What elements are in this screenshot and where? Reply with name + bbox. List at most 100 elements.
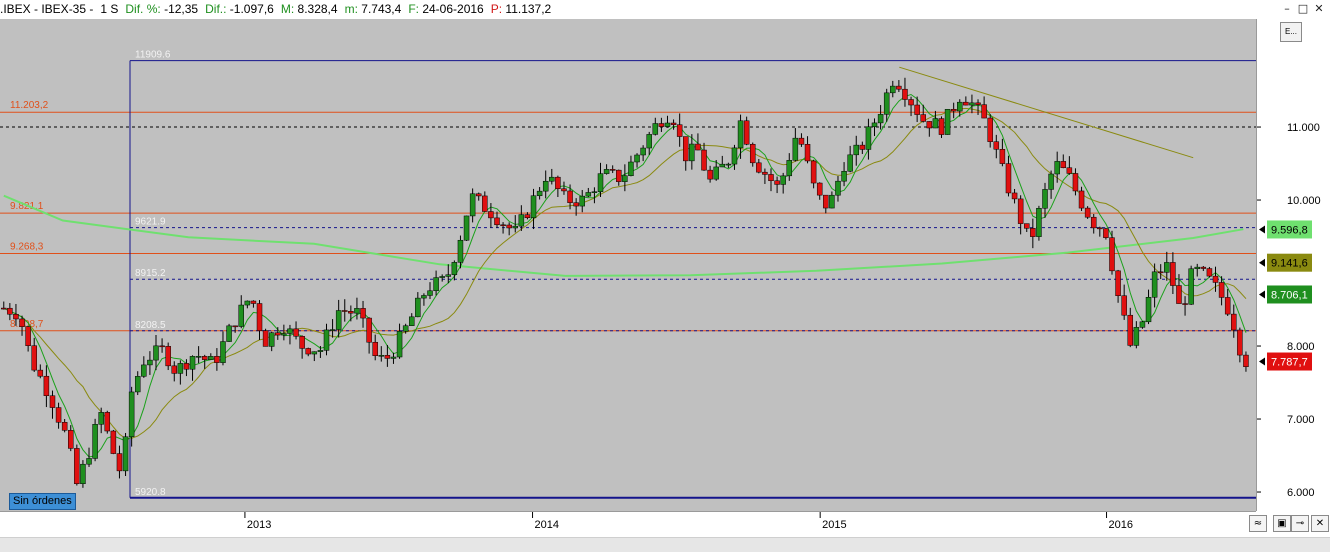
candle-body: [475, 193, 482, 197]
price-tag-label: 7.787,7: [1271, 357, 1308, 369]
candle-body: [342, 310, 348, 312]
candle-body: [1084, 207, 1091, 218]
price-tag-label: 9.596,8: [1271, 224, 1308, 236]
candle-body: [457, 239, 464, 263]
candle-body: [999, 149, 1006, 164]
candle-body: [731, 147, 738, 165]
dif-pct-value: -12,35: [164, 2, 199, 16]
candle-body: [451, 262, 458, 275]
price-axis[interactable]: 6.000 7.000 8.000 10.000 11.000 9.596,8 9.141,…: [1256, 19, 1330, 511]
candle-body: [183, 363, 190, 370]
candle-body: [664, 122, 671, 127]
candle-body: [305, 348, 311, 355]
candle-body: [1182, 303, 1188, 305]
candle-body: [335, 310, 342, 330]
candle-body: [549, 176, 555, 182]
save-icon[interactable]: ▣: [1273, 515, 1291, 532]
indicator-icon[interactable]: ≈: [1249, 515, 1267, 532]
time-tick-label: 2016: [1109, 519, 1133, 531]
candle-body: [1176, 285, 1182, 304]
candle-body: [1048, 173, 1054, 190]
max-label: M:: [280, 2, 295, 16]
candle-body: [536, 190, 543, 197]
candle-body: [950, 109, 957, 112]
candle-body: [98, 412, 104, 425]
price-tag-pointer: [1259, 225, 1265, 234]
candle-body: [938, 118, 945, 135]
period-label: 1 S: [100, 2, 119, 16]
candle-body: [354, 308, 360, 314]
candle-body: [1017, 198, 1024, 224]
candle-body: [1066, 167, 1073, 174]
candle-body: [1127, 314, 1134, 346]
candle-body: [110, 430, 117, 454]
candle-body: [1206, 268, 1213, 277]
candle-body: [634, 154, 640, 163]
candle-body: [1212, 275, 1219, 283]
candle-body: [421, 295, 427, 299]
candle-body: [74, 448, 80, 485]
candle-body: [171, 365, 178, 374]
candle-body: [518, 214, 525, 227]
candle-body: [908, 99, 914, 106]
candle-body: [153, 345, 159, 361]
prev-label: P:: [490, 2, 503, 16]
candle-body: [963, 101, 969, 106]
candle-body: [969, 102, 975, 106]
candle-body: [1243, 354, 1249, 367]
candle-body: [469, 193, 476, 217]
time-tick-label: 2013: [247, 519, 271, 531]
minimize-button[interactable]: –: [1280, 2, 1294, 16]
pin-icon[interactable]: ⊸: [1291, 515, 1309, 532]
price-chart[interactable]: 11.203,29.821,19.268,38.208,711909.69621…: [0, 19, 1256, 511]
candle-body: [707, 169, 713, 180]
candle-body: [713, 166, 719, 180]
candle-body: [1023, 223, 1030, 229]
chart-plot-area[interactable]: 11.203,2 9.821,1 9.268,3 8.208,7 11909.6 9621…: [0, 19, 1256, 511]
candle-body: [829, 194, 835, 209]
horizontal-scrollbar[interactable]: [0, 537, 1330, 552]
candle-body: [944, 109, 951, 135]
candle-body: [561, 188, 567, 192]
candle-body: [1151, 271, 1158, 298]
candle-body: [7, 307, 13, 315]
candle-body: [585, 192, 592, 197]
candle-body: [348, 311, 354, 314]
candle-body: [1237, 329, 1243, 356]
candle-body: [299, 336, 305, 349]
candle-body: [646, 134, 652, 149]
candle-body: [853, 144, 859, 156]
candle-body: [1231, 313, 1237, 331]
candle-body: [55, 407, 62, 423]
candle-body: [214, 356, 220, 363]
chart-header: .IBEX - IBEX-35 -1 S Dif. %: -12,35 Dif.: …: [0, 0, 1330, 20]
candle-body: [920, 114, 926, 122]
candle-body: [1139, 321, 1146, 328]
candle-body: [244, 300, 251, 306]
close-button[interactable]: ✕: [1312, 2, 1326, 16]
candle-body: [201, 356, 208, 360]
candle-body: [1157, 271, 1164, 274]
price-tag-label: 9.141,6: [1271, 258, 1308, 270]
candle-body: [238, 304, 244, 327]
fib-label: 8915.2: [135, 268, 166, 279]
maximize-button[interactable]: □: [1296, 2, 1310, 16]
candle-body: [463, 215, 470, 241]
candle-body: [61, 422, 68, 431]
candle-body: [1097, 227, 1103, 230]
dif-value: -1.097,6: [229, 2, 274, 16]
candle-body: [786, 160, 793, 177]
price-tag-label: 8.706,1: [1271, 289, 1308, 301]
candle-body: [689, 143, 695, 162]
candle-body: [622, 175, 628, 182]
candle-body: [957, 101, 963, 112]
price-tick-label: 11.000: [1287, 122, 1320, 134]
candle-body: [530, 195, 537, 219]
candle-body: [1115, 270, 1121, 296]
candle-body: [396, 331, 403, 358]
candle-body: [250, 300, 257, 304]
axis-options-button[interactable]: E...: [1280, 22, 1302, 42]
close-panel-icon[interactable]: ✕: [1311, 515, 1329, 532]
candle-body: [220, 341, 226, 363]
candle-body: [780, 175, 786, 185]
